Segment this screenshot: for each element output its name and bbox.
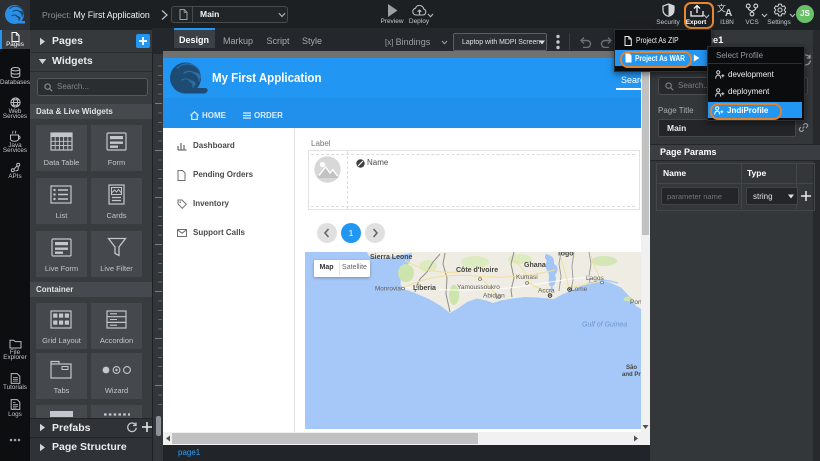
svg-text:Gulf of Guinea: Gulf of Guinea bbox=[582, 322, 627, 329]
svg-text:Abidjan: Abidjan bbox=[483, 293, 505, 300]
svg-text:Lagos: Lagos bbox=[586, 275, 604, 282]
svg-text:Accra: Accra bbox=[538, 288, 555, 295]
svg-text:Liberia: Liberia bbox=[413, 285, 436, 292]
svg-text:Lome: Lome bbox=[571, 286, 588, 293]
svg-text:A: A bbox=[725, 8, 732, 17]
svg-text:and Pr: and Pr bbox=[622, 372, 641, 378]
svg-text:Monrovia: Monrovia bbox=[375, 286, 401, 293]
svg-text:Sierra Leone: Sierra Leone bbox=[370, 254, 413, 261]
svg-text:Ghana: Ghana bbox=[524, 262, 546, 269]
svg-text:Port: Port bbox=[630, 299, 641, 306]
svg-text:Côte d'Ivoire: Côte d'Ivoire bbox=[456, 267, 498, 274]
svg-text:São: São bbox=[626, 365, 637, 371]
svg-text:Yamoussoukro: Yamoussoukro bbox=[457, 284, 500, 291]
svg-text:Togo: Togo bbox=[557, 252, 574, 258]
svg-text:Kumasi: Kumasi bbox=[516, 274, 538, 281]
